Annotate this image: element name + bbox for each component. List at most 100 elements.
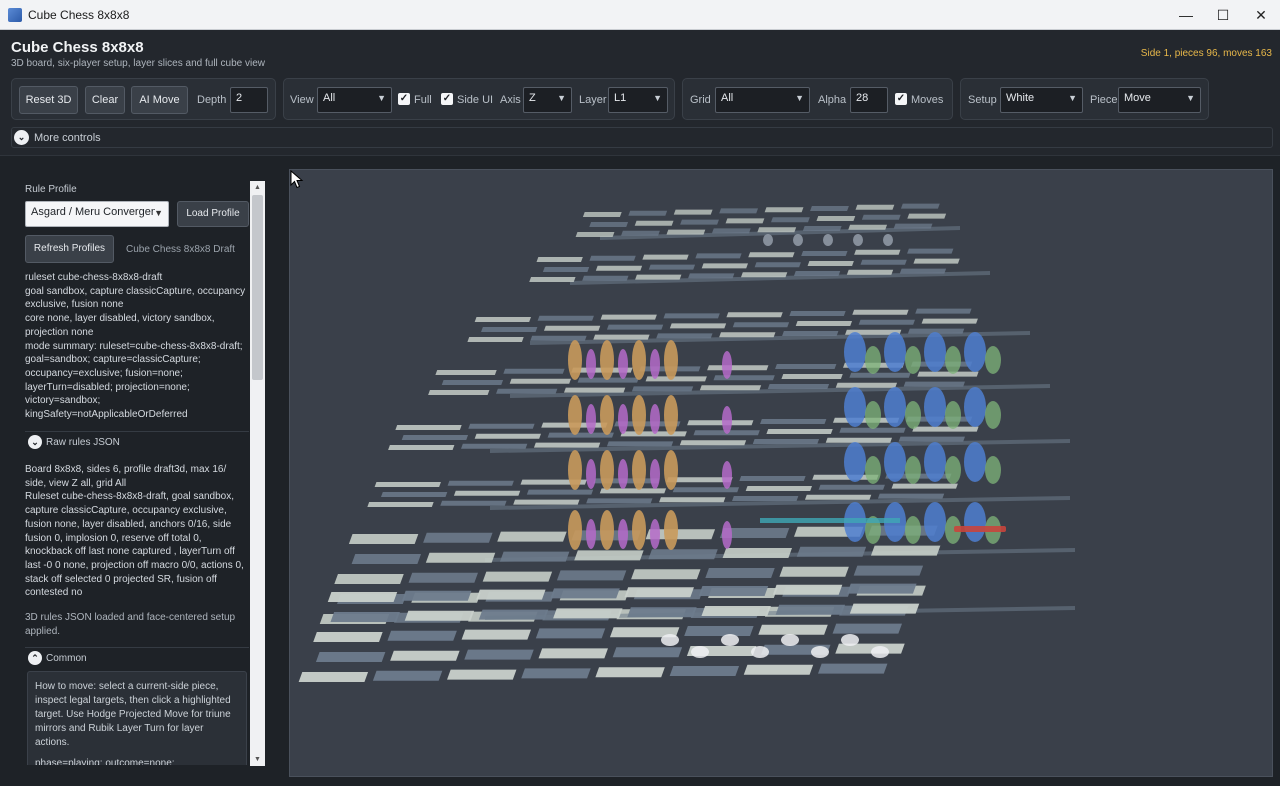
rule-profile-select[interactable]: Asgard / Meru Convergenc ▼ <box>25 201 169 227</box>
board-tile <box>315 652 386 662</box>
piece-green <box>905 516 921 544</box>
more-controls-toggle[interactable]: ⌄ More controls <box>11 127 1273 148</box>
alpha-input[interactable]: 28 <box>850 87 888 113</box>
board-tile <box>468 423 535 429</box>
game-status: Side 1, pieces 96, moves 163 <box>1140 48 1272 59</box>
piece-orange <box>664 395 678 435</box>
piece-green <box>905 456 921 484</box>
board-tile <box>476 589 546 600</box>
board-tile <box>447 480 514 486</box>
board-tile <box>740 272 788 278</box>
board-tile <box>669 666 740 676</box>
chevron-down-icon: ▼ <box>795 93 804 103</box>
raw-rules-section-toggle[interactable]: ⌄ Raw rules JSON <box>25 431 249 451</box>
axis-select-value: Z <box>529 92 536 104</box>
board-tile <box>818 663 888 674</box>
depth-input[interactable]: 2 <box>230 87 268 113</box>
board-tile <box>903 381 965 387</box>
axis-select[interactable]: Z ▼ <box>523 87 572 113</box>
board-tile <box>861 214 901 220</box>
board-tile <box>771 217 810 223</box>
board-tile <box>804 494 872 500</box>
board-tile <box>752 439 820 444</box>
help-box: How to move: select a current-side piece… <box>27 671 247 765</box>
board-tile <box>855 204 895 210</box>
common-section-toggle[interactable]: ⌃ Common <box>25 647 249 667</box>
board-tile <box>536 257 583 262</box>
board-3d-canvas[interactable] <box>290 170 1274 778</box>
piece-violet <box>618 349 628 379</box>
setup-select[interactable]: White ▼ <box>1000 87 1083 113</box>
board-tile <box>870 545 941 556</box>
piece-gray <box>853 234 863 246</box>
board-tile <box>496 388 558 394</box>
full-checkbox[interactable]: ✓ <box>398 93 410 105</box>
rule-profile-value: Asgard / Meru Convergenc <box>31 206 155 218</box>
ai-move-button[interactable]: AI Move <box>131 86 188 114</box>
piece-blue <box>924 332 946 372</box>
clear-button[interactable]: Clear <box>85 86 125 114</box>
piece-orange <box>568 395 582 435</box>
board-tile <box>915 308 972 314</box>
piece-blue <box>884 332 906 372</box>
chevron-down-icon: ▼ <box>154 208 163 218</box>
piece-blue <box>924 387 946 427</box>
side-panel-scrollbar[interactable]: ▲ ▼ <box>250 181 265 766</box>
side-ui-checkbox[interactable]: ✓ <box>441 93 453 105</box>
board-tile <box>847 583 917 594</box>
load-profile-button[interactable]: Load Profile <box>177 201 249 227</box>
board-3d-viewport[interactable] <box>289 169 1273 777</box>
piece-violet <box>618 519 628 549</box>
board-tile <box>464 649 534 660</box>
board-tile <box>899 268 947 274</box>
board-tile <box>764 207 804 213</box>
board-tile <box>849 372 911 378</box>
grid-select[interactable]: All ▼ <box>715 87 810 113</box>
scroll-up-icon[interactable]: ▲ <box>250 181 265 194</box>
side-panel-content: Rule Profile Asgard / Meru Convergenc ▼ L… <box>25 179 249 765</box>
piece-gray <box>763 234 773 246</box>
piece-select[interactable]: Move ▼ <box>1118 87 1201 113</box>
profile-name: Cube Chess 8x8x8 Draft <box>126 244 235 255</box>
piece-blue <box>964 442 986 482</box>
ruleset-summary: ruleset cube-chess-8x8x8-draft goal sand… <box>25 272 246 421</box>
board-tile <box>390 650 460 661</box>
board-tile <box>848 224 888 230</box>
piece-blue <box>964 502 986 542</box>
board-tile <box>722 548 793 558</box>
piece-violet <box>586 349 596 379</box>
moves-checkbox[interactable]: ✓ <box>895 93 907 105</box>
piece-label: Piece <box>1090 94 1118 106</box>
axis-label: Axis <box>500 94 521 106</box>
board-tile <box>478 609 549 620</box>
view-select[interactable]: All ▼ <box>317 87 392 113</box>
piece-violet <box>618 404 628 434</box>
board-tile <box>705 568 775 578</box>
piece-blue <box>964 387 986 427</box>
help-text: How to move: select a current-side piece… <box>35 681 231 748</box>
board-tile <box>825 437 893 443</box>
board-tile <box>461 629 532 640</box>
board-tile <box>757 227 797 233</box>
refresh-profiles-button[interactable]: Refresh Profiles <box>25 235 114 263</box>
piece-orange <box>632 510 646 550</box>
board-tile <box>624 587 694 598</box>
board-tile <box>860 259 907 265</box>
reset-3d-button[interactable]: Reset 3D <box>19 86 78 114</box>
view-label: View <box>290 94 314 106</box>
layer-select[interactable]: L1 ▼ <box>608 87 668 113</box>
board-tile <box>589 255 636 261</box>
board-tile <box>401 435 469 440</box>
board-tile <box>372 670 443 681</box>
piece-orange <box>568 340 582 380</box>
chevron-down-icon: ▼ <box>1068 93 1077 103</box>
board-tile <box>701 606 771 616</box>
scroll-down-icon[interactable]: ▼ <box>250 753 265 766</box>
board-tile <box>796 546 867 557</box>
close-button[interactable]: ✕ <box>1238 0 1280 30</box>
board-tile <box>853 565 924 576</box>
app-header: Cube Chess 8x8x8 3D board, six-player se… <box>0 30 1280 156</box>
mouse-cursor-icon <box>290 170 304 189</box>
scrollbar-thumb[interactable] <box>252 195 263 380</box>
piece-violet <box>586 459 596 489</box>
